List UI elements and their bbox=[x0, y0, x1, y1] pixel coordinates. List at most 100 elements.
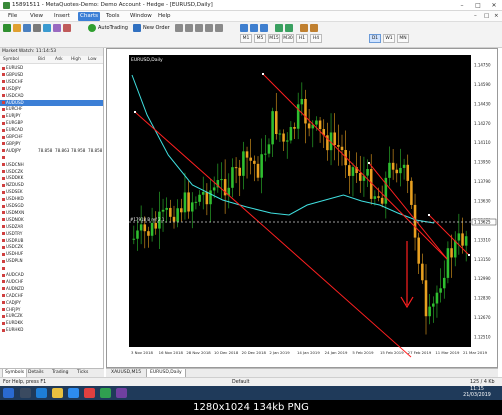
market-watch-row[interactable]: USDNOK bbox=[0, 217, 103, 224]
market-watch-row[interactable]: USDSEK bbox=[0, 189, 103, 196]
market-watch-row[interactable] bbox=[0, 265, 103, 272]
market-watch-row[interactable]: AUDCHF bbox=[0, 279, 103, 286]
market-watch-row[interactable]: USDCZK bbox=[0, 244, 103, 251]
minimize-icon[interactable]: – bbox=[454, 0, 470, 11]
column-ask[interactable]: Ask bbox=[55, 56, 63, 64]
vertical-line-icon[interactable] bbox=[195, 24, 203, 32]
new-order-icon[interactable] bbox=[133, 24, 141, 32]
market-watch-row[interactable]: USDHUF bbox=[0, 251, 103, 258]
column-low[interactable]: Low bbox=[88, 56, 96, 64]
market-watch-row[interactable]: USDHKD bbox=[0, 196, 103, 203]
menu-charts[interactable]: Charts bbox=[78, 12, 100, 21]
metatrader-task-icon[interactable] bbox=[100, 388, 111, 398]
close-icon[interactable]: ✕ bbox=[486, 0, 502, 11]
windows-start-icon[interactable] bbox=[3, 388, 14, 398]
crosshair-icon[interactable] bbox=[185, 24, 193, 32]
menu-tools[interactable]: Tools bbox=[104, 12, 122, 21]
new-order-button[interactable]: New Order bbox=[143, 24, 170, 32]
market-watch-row[interactable]: GBPCHF bbox=[0, 134, 103, 141]
market-watch-row[interactable]: AUDJPY 78.858 78.863 78.958 78.858 bbox=[0, 148, 103, 155]
file-explorer-icon[interactable] bbox=[52, 388, 63, 398]
market-watch-row[interactable]: EURCHF bbox=[0, 106, 103, 113]
market-watch-row[interactable]: USDCZK bbox=[0, 169, 103, 176]
autotrading-button[interactable]: AutoTrading bbox=[98, 24, 128, 32]
market-watch-row[interactable]: EURCZK bbox=[0, 313, 103, 320]
market-watch-row[interactable]: USDMXN bbox=[0, 210, 103, 217]
market-watch-row[interactable]: CADJPY bbox=[0, 300, 103, 307]
market-watch-row[interactable]: EURUSD bbox=[0, 65, 103, 72]
column-symbol[interactable]: Symbol bbox=[3, 56, 19, 64]
zoom-in-icon[interactable] bbox=[275, 24, 283, 32]
strategy-tester-icon[interactable] bbox=[63, 24, 71, 32]
market-watch-row[interactable]: USDJPY bbox=[0, 86, 103, 93]
market-watch-row[interactable]: AUDNZD bbox=[0, 286, 103, 293]
timeframe-m5[interactable]: M5 bbox=[254, 34, 266, 43]
market-watch-row[interactable]: AUDUSD bbox=[0, 99, 103, 107]
maximize-icon[interactable]: □ bbox=[470, 0, 486, 11]
market-watch-icon[interactable] bbox=[23, 24, 31, 32]
menu-view[interactable]: View bbox=[28, 12, 45, 21]
column-bid[interactable]: Bid bbox=[38, 56, 45, 64]
market-watch-row[interactable]: USDTRY bbox=[0, 231, 103, 238]
autotrading-icon[interactable] bbox=[88, 24, 96, 32]
market-watch-row[interactable]: USDCHF bbox=[0, 79, 103, 86]
market-watch-row[interactable]: USDCAD bbox=[0, 93, 103, 100]
market-watch-row[interactable]: EURJPY bbox=[0, 113, 103, 120]
timeframe-m1[interactable]: M1 bbox=[240, 34, 252, 43]
market-watch-row[interactable]: CHFJPY bbox=[0, 307, 103, 314]
menu-minimize-icon[interactable]: – bbox=[472, 12, 479, 21]
chrome-icon[interactable] bbox=[84, 388, 95, 398]
profiles-icon[interactable] bbox=[13, 24, 21, 32]
cursor-icon[interactable] bbox=[175, 24, 183, 32]
market-watch-row[interactable]: USDPLN bbox=[0, 258, 103, 265]
market-watch-row[interactable]: USDZAR bbox=[0, 224, 103, 231]
price-chart[interactable]: #17918 B ref 2.1 EURUSD,Daily 1.14750 1.145… bbox=[107, 49, 497, 367]
task-view-icon[interactable] bbox=[20, 388, 31, 398]
menu-window[interactable]: Window bbox=[128, 12, 154, 21]
market-watch-row[interactable]: EURHKD bbox=[0, 327, 103, 334]
zoom-out-icon[interactable] bbox=[285, 24, 293, 32]
data-window-icon[interactable] bbox=[33, 24, 41, 32]
market-watch-row[interactable]: USDRUB bbox=[0, 238, 103, 245]
menu-help[interactable]: Help bbox=[156, 12, 173, 21]
market-watch-row[interactable]: EURDKK bbox=[0, 320, 103, 327]
app-task-icon[interactable] bbox=[116, 388, 127, 398]
timeframe-h1[interactable]: H1 bbox=[296, 34, 308, 43]
candlestick-icon[interactable] bbox=[250, 24, 258, 32]
market-watch-row[interactable]: USDDKK bbox=[0, 175, 103, 182]
store-icon[interactable] bbox=[68, 388, 79, 398]
market-watch-row[interactable]: USDSGD bbox=[0, 203, 103, 210]
column-high[interactable]: High bbox=[71, 56, 81, 64]
templates-icon[interactable] bbox=[310, 24, 318, 32]
row-symbol: AUDCAD bbox=[2, 272, 24, 279]
market-watch-row[interactable] bbox=[0, 155, 103, 162]
market-watch-row[interactable]: USDCNH bbox=[0, 162, 103, 169]
ie-icon[interactable] bbox=[36, 388, 47, 398]
menu-close-icon[interactable]: × bbox=[492, 12, 501, 21]
market-watch-row[interactable]: CADCHF bbox=[0, 293, 103, 300]
terminal-icon[interactable] bbox=[53, 24, 61, 32]
line-chart-icon[interactable] bbox=[260, 24, 268, 32]
horizontal-line-icon[interactable] bbox=[205, 24, 213, 32]
timeframe-d1[interactable]: D1 bbox=[369, 34, 381, 43]
menu-file[interactable]: File bbox=[6, 12, 19, 21]
timeframe-h4[interactable]: H4 bbox=[310, 34, 322, 43]
timeframe-mn[interactable]: MN bbox=[397, 34, 409, 43]
trendline-icon[interactable] bbox=[215, 24, 223, 32]
menu-restore-icon[interactable]: □ bbox=[482, 12, 491, 21]
market-watch-row[interactable]: GBPUSD bbox=[0, 72, 103, 79]
timeframe-m15[interactable]: M15 bbox=[268, 34, 280, 43]
market-watch-row[interactable]: AUDCAD bbox=[0, 272, 103, 279]
market-watch-row[interactable]: NZDUSD bbox=[0, 182, 103, 189]
timeframe-m30[interactable]: M30 bbox=[282, 34, 294, 43]
market-watch-row[interactable]: EURCAD bbox=[0, 127, 103, 134]
indicators-icon[interactable] bbox=[300, 24, 308, 32]
timeframe-w1[interactable]: W1 bbox=[383, 34, 395, 43]
market-watch-row[interactable]: GBPJPY bbox=[0, 141, 103, 148]
chart-window[interactable]: #17918 B ref 2.1 EURUSD,Daily 1.14750 1.145… bbox=[106, 48, 498, 368]
market-watch-row[interactable]: EURGBP bbox=[0, 120, 103, 127]
new-chart-icon[interactable] bbox=[3, 24, 11, 32]
navigator-icon[interactable] bbox=[43, 24, 51, 32]
menu-insert[interactable]: Insert bbox=[52, 12, 72, 21]
bar-chart-icon[interactable] bbox=[240, 24, 248, 32]
